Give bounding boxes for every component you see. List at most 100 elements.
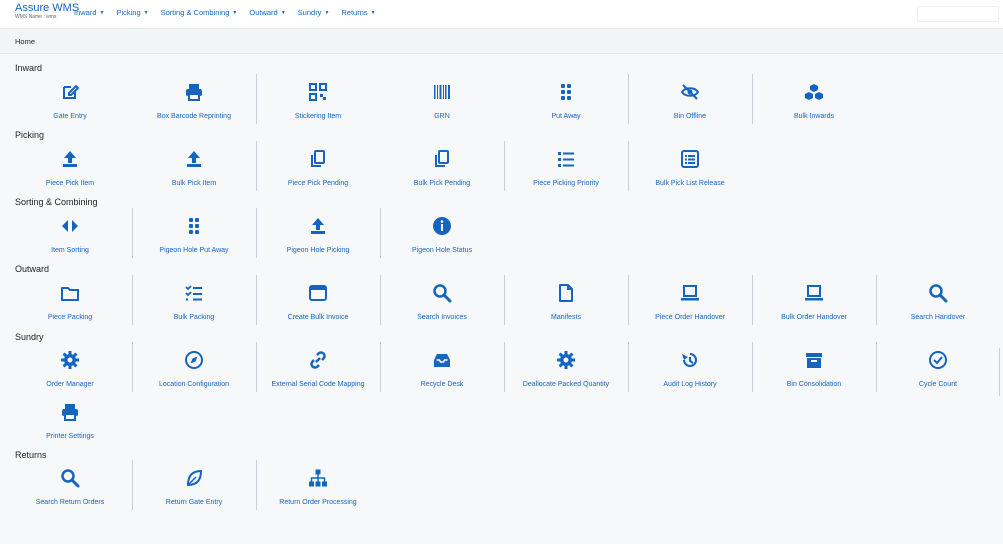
sitemap-icon <box>308 458 328 493</box>
tile-label: Bulk Order Handover <box>781 314 847 321</box>
module-tile-put-away[interactable]: Put Away <box>504 72 628 128</box>
module-tile-search-return-orders[interactable]: Search Return Orders <box>8 458 132 514</box>
tile-label: Return Gate Entry <box>165 499 223 506</box>
wms-name: WMS Name : wms <box>15 14 57 20</box>
search-icon <box>60 458 80 493</box>
tile-label: Cycle Count <box>918 381 958 388</box>
module-tile-bin-offline[interactable]: Bin Offline <box>628 72 752 128</box>
nav-sorting-combining[interactable]: Sorting & Combining ▼ <box>161 8 238 17</box>
top-navbar: Assure WMS WMS Name : wms Inward ▼ Pickin… <box>0 0 1003 29</box>
module-tile-stickering-item[interactable]: Stickering Item <box>256 72 380 128</box>
module-tile-bin-consolidation[interactable]: Bin Consolidation <box>752 340 876 396</box>
module-tile-item-sorting[interactable]: Item Sorting <box>8 206 132 262</box>
upload-icon <box>308 206 328 241</box>
qr-code-icon <box>308 72 328 107</box>
search-icon <box>432 273 452 308</box>
module-tile-grn[interactable]: GRN <box>380 72 504 128</box>
caret-down-icon: ▼ <box>232 9 238 16</box>
breadcrumb: Home <box>0 29 1003 54</box>
caret-down-icon: ▼ <box>143 9 149 16</box>
module-tile-search-invoices[interactable]: Search Invoices <box>380 273 504 329</box>
module-tile-gate-entry[interactable]: Gate Entry <box>8 72 132 128</box>
tile-label: Pigeon Hole Put Away <box>159 247 229 254</box>
module-tile-external-serial-code-mapping[interactable]: External Serial Code Mapping <box>256 340 380 396</box>
module-tile-manifests[interactable]: Manifests <box>504 273 628 329</box>
tile-label: Stickering Item <box>294 113 342 120</box>
tile-label: Recycle Desk <box>420 381 464 388</box>
module-tile-piece-pick-pending[interactable]: Piece Pick Pending <box>256 139 380 195</box>
copy-icon <box>432 139 452 174</box>
nav-label: Outward <box>249 8 278 17</box>
tile-label: Put Away <box>551 113 581 120</box>
module-tile-recycle-desk[interactable]: Recycle Desk <box>380 340 504 396</box>
grid-dots-icon <box>556 72 576 107</box>
module-tile-search-handover[interactable]: Search Handover <box>876 273 1000 329</box>
tile-label: Search Handover <box>910 314 966 321</box>
laptop-icon <box>680 273 700 308</box>
barcode-icon <box>432 72 452 107</box>
nav-label: Picking <box>116 8 141 17</box>
nav-outward[interactable]: Outward ▼ <box>249 8 285 17</box>
tile-label: Item Sorting <box>51 247 89 254</box>
list-box-icon <box>680 139 700 174</box>
module-tile-return-order-processing[interactable]: Return Order Processing <box>256 458 380 514</box>
tile-label: Piece Pick Item <box>45 180 95 187</box>
tile-label: Manifests <box>551 314 581 321</box>
search-icon <box>928 273 948 308</box>
module-tile-bulk-pick-pending[interactable]: Bulk Pick Pending <box>380 139 504 195</box>
upload-icon <box>60 139 80 174</box>
divider <box>999 348 1000 396</box>
module-tile-piece-packing[interactable]: Piece Packing <box>8 273 132 329</box>
tile-label: Search Return Orders <box>35 499 105 506</box>
nav-inward[interactable]: Inward ▼ <box>74 8 104 17</box>
module-tile-box-barcode-reprinting[interactable]: Box Barcode Reprinting <box>132 72 256 128</box>
nav-label: Returns <box>341 8 368 17</box>
file-icon <box>556 273 576 308</box>
tile-label: Bulk Inwards <box>793 113 835 120</box>
module-tile-create-bulk-invoice[interactable]: Create Bulk Invoice <box>256 273 380 329</box>
caret-down-icon: ▼ <box>99 9 105 16</box>
module-tile-piece-order-handover[interactable]: Piece Order Handover <box>628 273 752 329</box>
history-icon <box>680 340 700 375</box>
caret-down-icon: ▼ <box>324 9 330 16</box>
link-icon <box>308 340 328 375</box>
module-tile-bulk-inwards[interactable]: Bulk Inwards <box>752 72 876 128</box>
module-tile-piece-pick-item[interactable]: Piece Pick Item <box>8 139 132 195</box>
module-tile-order-manager[interactable]: Order Manager <box>8 340 132 396</box>
module-tile-printer-settings[interactable]: Printer Settings <box>8 392 132 448</box>
nav-label: Sorting & Combining <box>160 8 230 17</box>
check-circle-icon <box>928 340 948 375</box>
module-tile-bulk-packing[interactable]: Bulk Packing <box>132 273 256 329</box>
module-tile-deallocate-packed-quantity[interactable]: Deallocate Packed Quantity <box>504 340 628 396</box>
checklist-icon <box>184 273 204 308</box>
upload-icon <box>184 139 204 174</box>
module-tile-pigeon-hole-picking[interactable]: Pigeon Hole Picking <box>256 206 380 262</box>
top-search-box[interactable] <box>917 6 999 22</box>
nav-sundry[interactable]: Sundry ▼ <box>298 8 330 17</box>
tile-label: Location Configuration <box>158 381 230 388</box>
nav-label: Inward <box>74 8 97 17</box>
module-tile-piece-picking-priority[interactable]: Piece Picking Priority <box>504 139 628 195</box>
brand[interactable]: Assure WMS WMS Name : wms <box>15 2 79 21</box>
caret-down-icon: ▼ <box>280 9 286 16</box>
tile-label: Order Manager <box>46 381 94 388</box>
module-tile-pigeon-hole-status[interactable]: Pigeon Hole Status <box>380 206 504 262</box>
breadcrumb-home[interactable]: Home <box>15 37 35 46</box>
module-tile-bulk-order-handover[interactable]: Bulk Order Handover <box>752 273 876 329</box>
nav-picking[interactable]: Picking ▼ <box>116 8 148 17</box>
gear-icon <box>556 340 576 375</box>
tile-label: Bulk Packing <box>173 314 215 321</box>
nav-returns[interactable]: Returns ▼ <box>341 8 375 17</box>
module-tile-location-configuration[interactable]: Location Configuration <box>132 340 256 396</box>
tile-label: GRN <box>434 113 450 120</box>
module-tile-bulk-pick-item[interactable]: Bulk Pick Item <box>132 139 256 195</box>
tile-label: Printer Settings <box>46 433 94 440</box>
module-tile-bulk-pick-list-release[interactable]: Bulk Pick List Release <box>628 139 752 195</box>
tile-label: Box Barcode Reprinting <box>157 113 231 120</box>
eye-off-icon <box>680 72 700 107</box>
laptop-icon <box>804 273 824 308</box>
module-tile-audit-log-history[interactable]: Audit Log History <box>628 340 752 396</box>
module-tile-return-gate-entry[interactable]: Return Gate Entry <box>132 458 256 514</box>
module-tile-cycle-count[interactable]: Cycle Count <box>876 340 1000 396</box>
module-tile-pigeon-hole-put-away[interactable]: Pigeon Hole Put Away <box>132 206 256 262</box>
